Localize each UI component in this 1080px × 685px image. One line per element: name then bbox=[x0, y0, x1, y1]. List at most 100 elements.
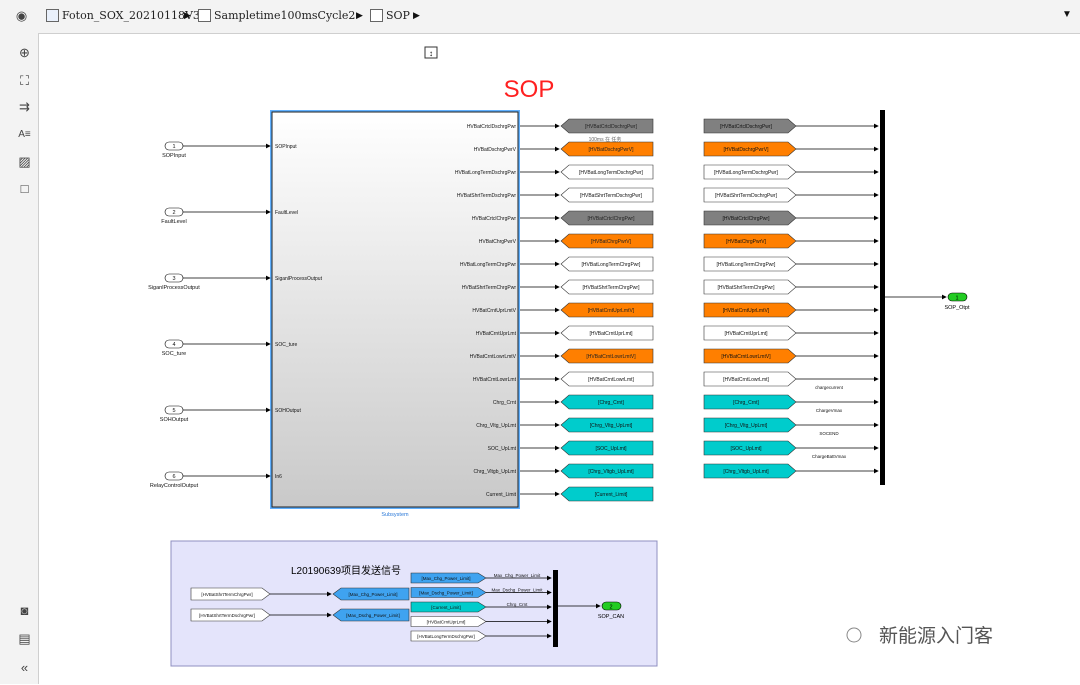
goto-tag-label: [SOC_UpLmt] bbox=[595, 446, 627, 452]
can-from-label: [HVBatShrtTermChrgPwr] bbox=[201, 592, 252, 597]
subsystem-icon bbox=[370, 9, 383, 22]
can-signal-name: Max_Chg_Power_Limit bbox=[494, 573, 541, 578]
library-icon[interactable]: ▤ bbox=[17, 631, 32, 646]
goto-tag-label: [HVBatCrtclChrgPwr] bbox=[588, 216, 636, 222]
from-tag-label: [HVBatLongTermDschrgPwr] bbox=[714, 170, 779, 176]
signal-name: SOCEND bbox=[819, 431, 839, 436]
collapse-icon[interactable]: « bbox=[17, 660, 32, 675]
subsystem-output-port: Chrg_Vltg_UpLmt bbox=[476, 423, 516, 429]
dropdown-icon[interactable]: ▼ bbox=[1062, 9, 1072, 20]
fit-view-icon[interactable]: ⛶ bbox=[17, 73, 32, 88]
subsystem-output-port: HVBatCrntUprLmtV bbox=[472, 308, 516, 314]
subsystem-input-port: SOPInput bbox=[275, 144, 297, 150]
from-tag-label: [SOC_UpLmt] bbox=[730, 446, 762, 452]
goto-tag-label: [Current_Limit] bbox=[595, 492, 628, 498]
goto-tag-label: [HVBatCrntLowrLmtV] bbox=[586, 354, 636, 360]
inport-num: 2 bbox=[172, 210, 175, 216]
zoom-in-icon[interactable]: ⊕ bbox=[17, 45, 32, 60]
can-goto-label: [Max_Dschg_Power_Limit] bbox=[346, 613, 400, 618]
can-area-title: L20190639项目发送信号 bbox=[291, 564, 401, 577]
from-tag-label: [HVBatShrtTermChrgPwr] bbox=[718, 285, 776, 291]
can-mux-from-label: [HVBatCrntUprLmt] bbox=[427, 620, 466, 625]
from-tag-label: [HVBatCrtclChrgPwr] bbox=[723, 216, 771, 222]
subsystem-output-port: Current_Limit bbox=[486, 492, 517, 498]
watermark: 新能源入门客 bbox=[879, 625, 993, 647]
subsystem-input-port: FaultLevel bbox=[275, 210, 298, 216]
subsystem-input-port: SOC_ture bbox=[275, 342, 297, 348]
can-mux-from-label: [Max_Chg_Power_Limit] bbox=[421, 576, 470, 581]
subsystem-label: Subsystem bbox=[381, 512, 409, 518]
from-tag-label: [HVBatCrtclDschrgPwr] bbox=[720, 124, 773, 130]
subsystem-input-port: SiganlProcessOutput bbox=[275, 276, 323, 282]
inport-num: 6 bbox=[172, 474, 175, 480]
subsystem-output-port: Chrg_Crnt bbox=[493, 400, 517, 406]
area-icon[interactable]: □ bbox=[17, 181, 32, 196]
info-glyph: ↕ bbox=[429, 49, 433, 58]
can-goto-label: [Max_Chg_Power_Limit] bbox=[348, 592, 397, 597]
goto-tag-label: [Chrg_Vltgb_UpLmt] bbox=[588, 469, 634, 475]
outport-num: 1 bbox=[955, 296, 958, 302]
bus-creator[interactable] bbox=[880, 110, 885, 485]
from-tag-label: [Chrg_Vltgb_UpLmt] bbox=[723, 469, 769, 475]
can-outport-name: SOP_CAN bbox=[598, 614, 624, 620]
goto-tag-label: [HVBatCrntUprLmtV] bbox=[588, 308, 635, 314]
annotation-icon[interactable]: A≡ bbox=[17, 127, 32, 142]
goto-tag-label: [Chrg_Vltg_UpLmt] bbox=[590, 423, 633, 429]
can-mux-from-label: [Max_Dschg_Power_Limit] bbox=[419, 591, 473, 596]
can-from-label: [HVBatShrtTermDschrgPwr] bbox=[199, 613, 255, 618]
subsystem-output-port: HVBatLongTermChrgPwr bbox=[460, 262, 516, 268]
goto-tag-label: [HVBatCrntLowrLmt] bbox=[588, 377, 634, 383]
subsystem-output-port: HVBatCrntUprLmt bbox=[476, 331, 517, 337]
from-tag-label: [HVBatDschrgPwrV] bbox=[723, 147, 769, 153]
diagram-title: SOP bbox=[504, 76, 555, 103]
breadcrumb-level1[interactable]: Sampletime100msCycle2 bbox=[214, 9, 355, 22]
signal-name: ChargeBattVmax bbox=[812, 454, 847, 459]
block-diagram: SOP ↕ Subsystem 100ms 在 任务 1SOPInputSOPI… bbox=[148, 46, 993, 667]
back-icon[interactable]: ◉ bbox=[14, 8, 29, 23]
from-tag-label: [HVBatCrntLowrLmt] bbox=[723, 377, 769, 383]
breadcrumb-arrow-icon: ▶ bbox=[356, 10, 363, 20]
goto-tag-label: [HVBatCrntUprLmt] bbox=[589, 331, 633, 337]
inport-num: 4 bbox=[172, 342, 175, 348]
subsystem-output-port: HVBatCrtclDschrgPwr bbox=[467, 124, 517, 130]
from-tag-label: [HVBatCrntUprLmtV] bbox=[723, 308, 770, 314]
breadcrumb-model[interactable]: Foton_SOX_20210118V3 bbox=[62, 9, 200, 22]
from-tag-label: [Chrg_Crnt] bbox=[733, 400, 759, 406]
inport-name: SOHOutput bbox=[160, 417, 189, 423]
subsystem-icon bbox=[198, 9, 211, 22]
arrow-route-icon[interactable]: ⇉ bbox=[17, 99, 32, 114]
from-tag-label: [HVBatChrgPwrV] bbox=[726, 239, 767, 245]
from-tag-label: [HVBatLongTermChrgPwr] bbox=[717, 262, 777, 268]
can-signal-name: Max_Dschg_Power_Limit bbox=[491, 588, 543, 593]
can-mux-from-label: [Current_Limit] bbox=[431, 605, 461, 610]
can-mux-from-label: [HVBatLongTermDschrgPwr] bbox=[417, 634, 475, 639]
subsystem-output-port: HVBatCrntLowrLmtV bbox=[470, 354, 517, 360]
breadcrumb-level2[interactable]: SOP bbox=[386, 9, 410, 22]
inport-num: 3 bbox=[172, 276, 175, 282]
subsystem-output-port: SOC_UpLmt bbox=[488, 446, 517, 452]
camera-icon[interactable]: ◙ bbox=[17, 603, 32, 618]
subsystem-output-port: HVBatChrgPwrV bbox=[479, 239, 517, 245]
can-signal-name: Chrg_Crnt bbox=[507, 602, 529, 607]
can-bus-creator[interactable] bbox=[553, 570, 558, 647]
from-tag-label: [HVBatCrntLowrLmtV] bbox=[721, 354, 771, 360]
subsystem-output-port: HVBatShrtTermDschrgPwr bbox=[457, 193, 517, 199]
signal-name: ChargeVmax bbox=[816, 408, 843, 413]
subsystem-output-port: HVBatCrtclChrgPwr bbox=[472, 216, 517, 222]
subsystem-output-port: HVBatLongTermDschrgPwr bbox=[455, 170, 516, 176]
inport-num: 1 bbox=[172, 144, 175, 150]
subsystem-output-port: HVBatCrntLowrLmt bbox=[473, 377, 517, 383]
from-tag-label: [HVBatCrntUprLmt] bbox=[724, 331, 768, 337]
subsystem-input-port: In6 bbox=[275, 474, 282, 480]
subsystem-output-port: Chrg_Vltgb_UpLmt bbox=[473, 469, 516, 475]
subsystem-output-port: HVBatDschrgPwrV bbox=[474, 147, 517, 153]
goto-tag-label: [Chrg_Crnt] bbox=[598, 400, 624, 406]
from-tag-label: [HVBatShrtTermDschrgPwr] bbox=[715, 193, 778, 199]
wechat-icon bbox=[846, 627, 862, 643]
goto-tag-label: [HVBatChrgPwrV] bbox=[591, 239, 632, 245]
image-icon[interactable]: ▨ bbox=[17, 154, 32, 169]
model-canvas[interactable]: SOP ↕ Subsystem 100ms 在 任务 1 SOPInput SOPI… bbox=[39, 34, 1074, 680]
goto-tag-label: [HVBatLongTermChrgPwr] bbox=[582, 262, 642, 268]
goto-tag-label: [HVBatCrtclDschrgPwr] bbox=[585, 124, 638, 130]
model-icon bbox=[46, 9, 59, 22]
